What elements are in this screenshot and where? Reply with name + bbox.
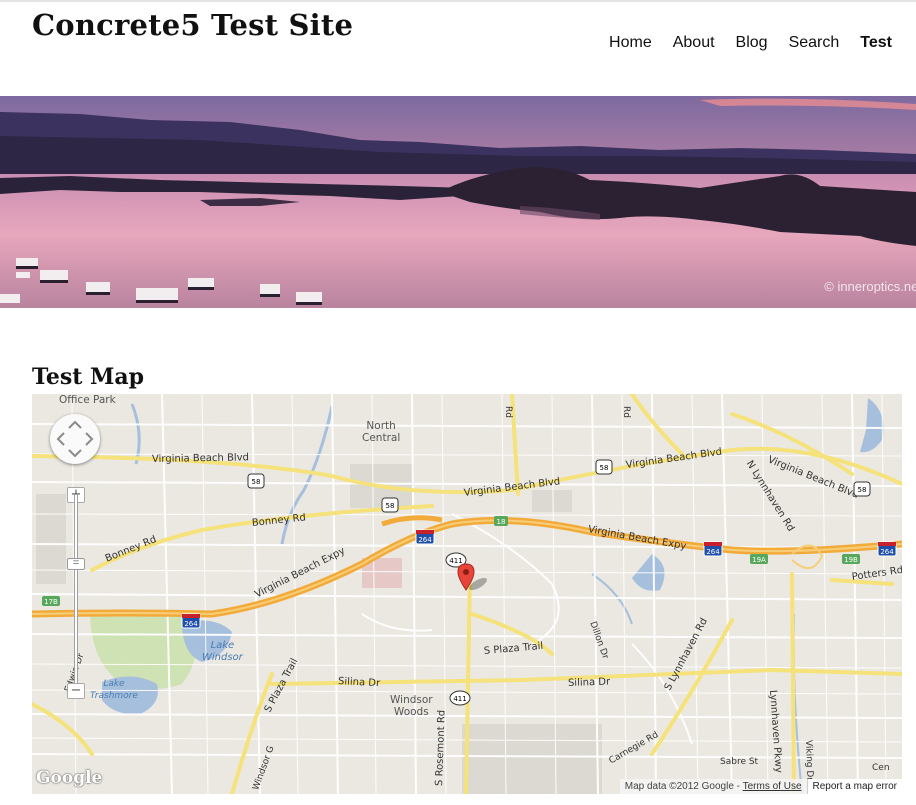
label-lake-windsor: Lake Windsor bbox=[202, 640, 243, 663]
google-logo: Google bbox=[36, 768, 103, 788]
label-silina-dr-1: Silina Dr bbox=[337, 676, 381, 690]
label-viking-dr: Viking Dr bbox=[803, 739, 815, 782]
page-heading: Test Map bbox=[32, 364, 145, 390]
zoom-slider-track[interactable] bbox=[74, 494, 78, 684]
label-sabre-st: Sabre St bbox=[720, 757, 759, 767]
map-data-credit: Map data ©2012 Google - Terms of Use bbox=[619, 779, 807, 794]
site-title[interactable]: Concrete5 Test Site bbox=[32, 8, 353, 42]
nav-item-blog[interactable]: Blog bbox=[736, 34, 768, 52]
zoom-out-button[interactable]: − bbox=[67, 683, 85, 699]
label-office-park: Office Park bbox=[59, 394, 116, 406]
nav-item-test[interactable]: Test bbox=[860, 34, 892, 52]
lake-sunset-photo bbox=[0, 96, 916, 308]
pan-control[interactable] bbox=[50, 414, 100, 464]
nav-item-search[interactable]: Search bbox=[789, 34, 840, 52]
label-lake-trashmore: Lake Trashmore bbox=[90, 679, 138, 701]
pan-arrows-icon bbox=[56, 420, 94, 458]
nav-item-about[interactable]: About bbox=[673, 34, 715, 52]
top-rule bbox=[0, 0, 916, 2]
report-map-error-link[interactable]: Report a map error bbox=[806, 779, 902, 794]
label-north-central: North Central bbox=[362, 420, 401, 444]
main-nav: Home About Blog Search Test bbox=[609, 34, 892, 52]
label-virginia-beach-blvd-1: Virginia Beach Blvd bbox=[151, 452, 250, 465]
map-data-text: Map data ©2012 Google - bbox=[624, 781, 740, 792]
google-map[interactable]: Office Park North Central Virginia Beach… bbox=[32, 394, 902, 794]
label-rd-top-2: Rd bbox=[621, 406, 631, 418]
photo-credit: © inneroptics.net bbox=[824, 279, 916, 294]
header-banner-image: © inneroptics.net bbox=[0, 96, 916, 308]
map-attribution: Map data ©2012 Google - Terms of Use Rep… bbox=[619, 779, 902, 794]
terms-of-use-link[interactable]: Terms of Use bbox=[743, 781, 802, 792]
label-silina-dr-2: Silina Dr bbox=[567, 676, 611, 689]
label-rd-top-1: Rd bbox=[503, 406, 513, 418]
label-windsor-woods: Windsor Woods bbox=[390, 694, 433, 718]
nav-item-home[interactable]: Home bbox=[609, 34, 652, 52]
label-cen: Cen bbox=[872, 763, 890, 773]
location-marker-icon[interactable] bbox=[456, 562, 492, 603]
zoom-slider-handle[interactable]: = bbox=[67, 558, 85, 570]
